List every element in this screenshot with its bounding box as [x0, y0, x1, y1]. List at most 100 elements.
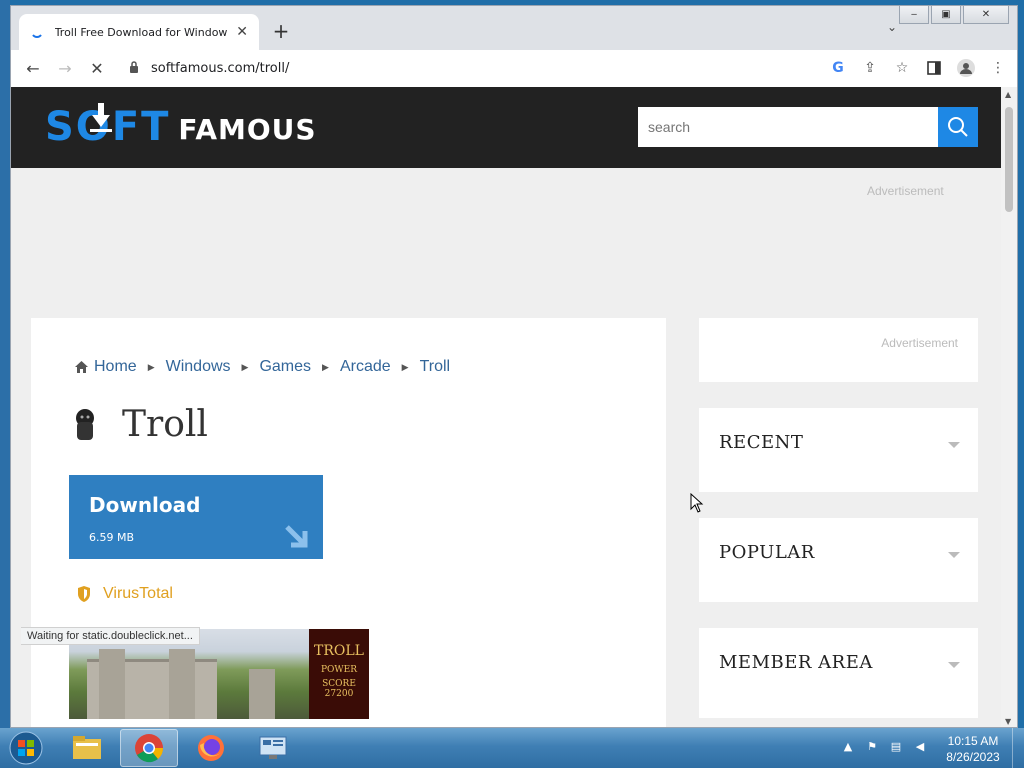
network-icon[interactable]: ▤	[888, 738, 904, 754]
scroll-down-arrow-icon[interactable]: ▼	[1005, 717, 1011, 726]
download-size: 6.59 MB	[89, 531, 135, 544]
windows-logo-icon	[9, 731, 43, 765]
google-lens-icon[interactable]: G	[829, 59, 847, 77]
restore-button[interactable]: ▣	[931, 6, 961, 24]
virustotal-link[interactable]: VirusTotal	[77, 585, 173, 603]
clock-time: 10:15 AM	[947, 734, 999, 748]
breadcrumb-caret-icon: ▶	[241, 361, 249, 372]
chrome-icon	[135, 734, 164, 763]
profile-avatar-icon[interactable]	[957, 59, 975, 77]
screenshot-tower	[99, 649, 125, 719]
tab-close-icon[interactable]: ✕	[235, 24, 249, 40]
action-center-flag-icon[interactable]: ⚑	[864, 738, 880, 754]
breadcrumb-troll[interactable]: Troll	[420, 358, 451, 376]
stop-loading-icon[interactable]: ✕	[81, 54, 113, 82]
breadcrumb: Home ▶ Windows ▶ Games ▶ Arcade ▶ Troll	[74, 358, 450, 376]
minimize-button[interactable]: ‒	[899, 6, 929, 24]
volume-muted-icon[interactable]: ◀	[912, 738, 928, 754]
dropdown-caret-icon[interactable]	[948, 552, 960, 558]
screenshot-game-title: TROLL	[314, 643, 364, 659]
breadcrumb-caret-icon: ▶	[147, 361, 155, 372]
screenshot-power-label: POWER	[320, 665, 358, 675]
show-desktop-button[interactable]	[1012, 728, 1024, 768]
home-icon	[75, 361, 88, 373]
address-bar[interactable]: softfamous.com/troll/	[121, 54, 881, 82]
site-header: SOFT FAMOUS	[11, 87, 1001, 168]
download-arrow-icon	[285, 525, 308, 548]
breadcrumb-windows[interactable]: Windows	[166, 358, 231, 376]
sidebar-section-popular[interactable]: POPULAR	[699, 518, 978, 602]
toolbar-icons: G ⇪ ☆ ⋮	[829, 54, 1007, 82]
breadcrumb-home[interactable]: Home	[94, 358, 137, 376]
taskbar-file-explorer[interactable]	[58, 729, 116, 767]
section-heading: RECENT	[719, 432, 804, 453]
taskbar-firefox[interactable]	[182, 729, 240, 767]
sidebar-ad-box: Advertisement	[699, 318, 978, 382]
url-text: softfamous.com/troll/	[151, 60, 290, 76]
screenshot-score-label: SCORE	[322, 679, 356, 689]
search-input[interactable]	[638, 107, 938, 147]
search-icon	[948, 117, 968, 137]
taskbar-clock[interactable]: 10:15 AM 8/26/2023	[940, 733, 1006, 765]
logo-famous-text: FAMOUS	[178, 113, 317, 146]
taskbar-chrome[interactable]	[120, 729, 178, 767]
dropdown-caret-icon[interactable]	[948, 442, 960, 448]
bookmark-star-icon[interactable]: ☆	[893, 59, 911, 77]
folder-icon	[73, 736, 101, 759]
page-scrollbar[interactable]: ▲ ▼	[1001, 87, 1017, 727]
virustotal-label: VirusTotal	[103, 585, 173, 602]
breadcrumb-caret-icon: ▶	[322, 361, 329, 372]
close-window-button[interactable]: ✕	[963, 6, 1009, 24]
show-hidden-icons-icon[interactable]: ▲	[840, 738, 856, 754]
screenshot-tower	[249, 669, 275, 719]
loading-spinner-icon	[29, 24, 45, 40]
control-panel-icon	[259, 736, 287, 759]
windows-taskbar: ▲ ⚑ ▤ ◀ 10:15 AM 8/26/2023	[0, 728, 1024, 768]
new-tab-button[interactable]: +	[271, 20, 291, 42]
tab-title: Troll Free Download for Windows 10	[54, 25, 228, 39]
lock-icon[interactable]	[129, 60, 143, 76]
screenshot-score-value: 27200	[324, 689, 354, 699]
window-controls: ‒ ▣ ✕	[899, 6, 1009, 24]
site-logo[interactable]: SOFT FAMOUS	[45, 103, 317, 147]
tab-search-chevron-icon[interactable]: ⌄	[887, 20, 897, 34]
section-heading: MEMBER AREA	[719, 652, 873, 673]
download-button[interactable]: Download 6.59 MB	[69, 475, 323, 559]
breadcrumb-games[interactable]: Games	[259, 358, 311, 376]
search-button[interactable]	[938, 107, 978, 147]
firefox-icon	[198, 735, 224, 761]
sidebar-section-member-area[interactable]: MEMBER AREA	[699, 628, 978, 718]
sidebar-section-recent[interactable]: RECENT	[699, 408, 978, 492]
side-panel-icon[interactable]	[925, 59, 943, 77]
clock-date: 8/26/2023	[946, 750, 1000, 764]
advertisement-label: Advertisement	[867, 184, 944, 198]
download-label: Download	[89, 493, 201, 517]
screenshot-tower	[169, 649, 195, 719]
browser-toolbar: ← → ✕ softfamous.com/troll/ G ⇪ ☆ ⋮	[11, 50, 1017, 86]
mouse-cursor-icon	[690, 493, 704, 513]
logo-download-icon	[90, 103, 112, 132]
scroll-up-arrow-icon[interactable]: ▲	[1005, 90, 1011, 99]
section-heading: POPULAR	[719, 542, 815, 563]
shield-icon	[78, 586, 90, 602]
more-menu-icon[interactable]: ⋮	[989, 59, 1007, 77]
dropdown-caret-icon[interactable]	[948, 662, 960, 668]
browser-window: Troll Free Download for Windows 10 ✕ + ⌄…	[10, 5, 1018, 728]
share-icon[interactable]: ⇪	[861, 59, 879, 77]
start-button[interactable]	[4, 730, 48, 766]
browser-tab[interactable]: Troll Free Download for Windows 10 ✕	[19, 14, 259, 50]
tab-strip: Troll Free Download for Windows 10 ✕ + ⌄…	[11, 6, 1017, 50]
desktop-background	[0, 0, 10, 728]
system-tray: ▲ ⚑ ▤ ◀	[840, 738, 928, 754]
forward-arrow-icon[interactable]: →	[49, 54, 81, 82]
scrollbar-thumb[interactable]	[1005, 107, 1013, 212]
main-content-card: Home ▶ Windows ▶ Games ▶ Arcade ▶ Troll …	[31, 318, 666, 727]
back-arrow-icon[interactable]: ←	[17, 54, 49, 82]
taskbar-control-panel[interactable]	[244, 729, 302, 767]
sidebar-advertisement-label: Advertisement	[881, 336, 958, 350]
status-bubble: Waiting for static.doubleclick.net...	[21, 627, 200, 645]
screenshot-score-panel: TROLL POWER SCORE 27200	[309, 629, 369, 719]
page-title: Troll	[74, 404, 208, 445]
breadcrumb-arcade[interactable]: Arcade	[340, 358, 391, 376]
breadcrumb-caret-icon: ▶	[401, 361, 409, 372]
